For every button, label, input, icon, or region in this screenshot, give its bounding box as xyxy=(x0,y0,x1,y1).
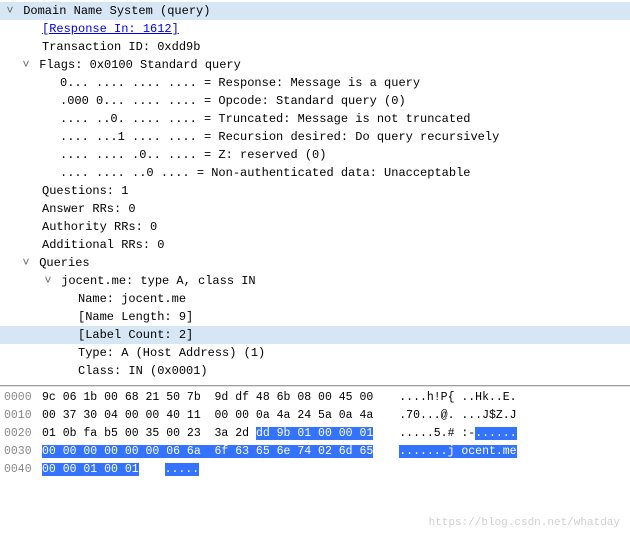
query-type-row[interactable]: Type: A (Host Address) (1) xyxy=(0,344,630,362)
hex-offset: 0030 xyxy=(4,443,42,461)
hex-offset: 0020 xyxy=(4,425,42,443)
dns-title: Domain Name System (query) xyxy=(23,4,210,18)
query-name-length-row[interactable]: [Name Length: 9] xyxy=(0,308,630,326)
transaction-id-row[interactable]: Transaction ID: 0xdd9b xyxy=(0,38,630,56)
hex-offset: 0000 xyxy=(4,389,42,407)
flags-row[interactable]: ˅ Flags: 0x0100 Standard query xyxy=(0,56,630,74)
hex-row[interactable]: 001000 37 30 04 00 00 40 11 00 00 0a 4a … xyxy=(4,407,626,425)
packet-details-pane: ˅ Domain Name System (query) [Response I… xyxy=(0,0,630,386)
hex-offset: 0040 xyxy=(4,461,42,479)
flag-nonauth-row[interactable]: .... .... ..0 .... = Non-authenticated d… xyxy=(0,164,630,182)
queries-row[interactable]: ˅ Queries xyxy=(0,254,630,272)
response-in-row[interactable]: [Response In: 1612] xyxy=(0,20,630,38)
answer-rrs-row[interactable]: Answer RRs: 0 xyxy=(0,200,630,218)
hex-row[interactable]: 00009c 06 1b 00 68 21 50 7b 9d df 48 6b … xyxy=(4,389,626,407)
hex-row[interactable]: 004000 00 01 00 01..... xyxy=(4,461,626,479)
chevron-down-icon[interactable]: ˅ xyxy=(20,56,32,74)
response-in-link[interactable]: [Response In: 1612] xyxy=(42,22,179,36)
query-name-row[interactable]: Name: jocent.me xyxy=(0,290,630,308)
additional-rrs-row[interactable]: Additional RRs: 0 xyxy=(0,236,630,254)
query-label-count-row[interactable]: [Label Count: 2] xyxy=(0,326,630,344)
packet-bytes-pane: 00009c 06 1b 00 68 21 50 7b 9d df 48 6b … xyxy=(0,386,630,483)
query-summary-row[interactable]: ˅ jocent.me: type A, class IN xyxy=(0,272,630,290)
authority-rrs-row[interactable]: Authority RRs: 0 xyxy=(0,218,630,236)
flag-truncated-row[interactable]: .... ..0. .... .... = Truncated: Message… xyxy=(0,110,630,128)
dns-root-row[interactable]: ˅ Domain Name System (query) xyxy=(0,2,630,20)
flag-response-row[interactable]: 0... .... .... .... = Response: Message … xyxy=(0,74,630,92)
questions-row[interactable]: Questions: 1 xyxy=(0,182,630,200)
chevron-down-icon[interactable]: ˅ xyxy=(42,272,54,290)
flag-opcode-row[interactable]: .000 0... .... .... = Opcode: Standard q… xyxy=(0,92,630,110)
hex-row[interactable]: 002001 0b fa b5 00 35 00 23 3a 2d dd 9b … xyxy=(4,425,626,443)
query-class-row[interactable]: Class: IN (0x0001) xyxy=(0,362,630,380)
chevron-down-icon[interactable]: ˅ xyxy=(4,2,16,20)
chevron-down-icon[interactable]: ˅ xyxy=(20,254,32,272)
flag-z-row[interactable]: .... .... .0.. .... = Z: reserved (0) xyxy=(0,146,630,164)
hex-offset: 0010 xyxy=(4,407,42,425)
watermark-text: https://blog.csdn.net/whatday xyxy=(429,517,620,529)
hex-row[interactable]: 003000 00 00 00 00 00 06 6a 6f 63 65 6e … xyxy=(4,443,626,461)
flag-recursion-row[interactable]: .... ...1 .... .... = Recursion desired:… xyxy=(0,128,630,146)
